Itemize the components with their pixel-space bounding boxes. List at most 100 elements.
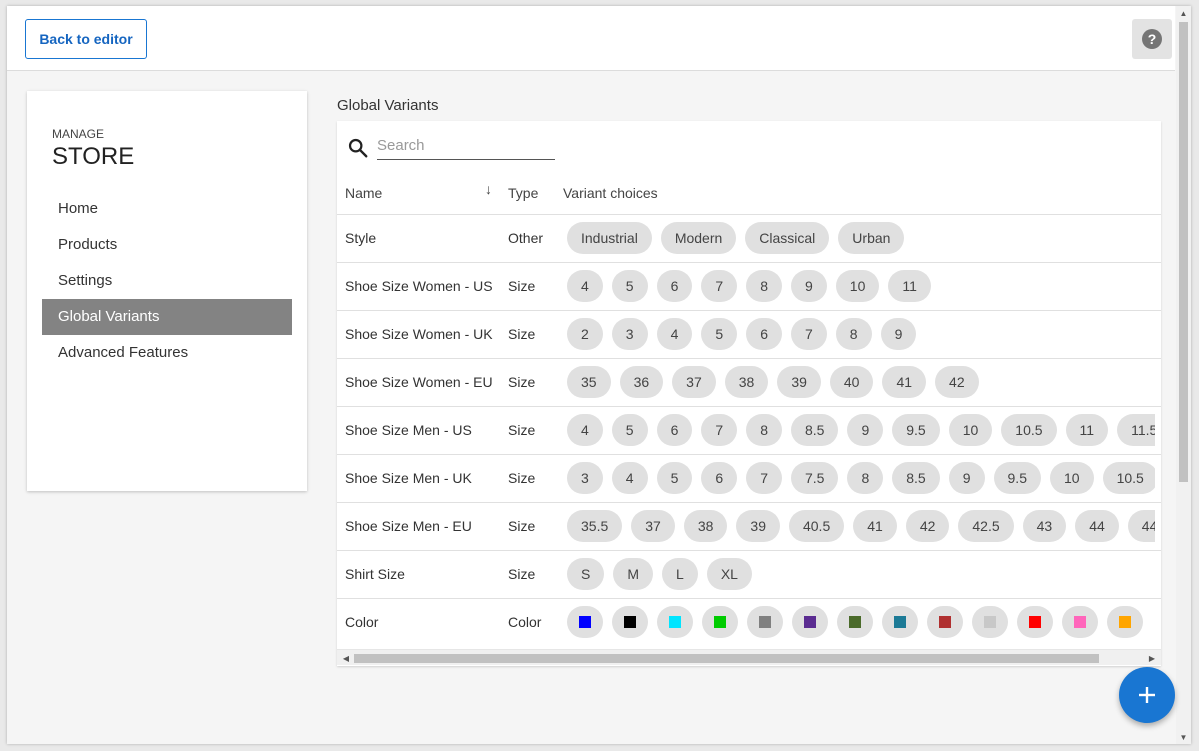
variant-choice-chip[interactable]: 9.5 <box>892 414 940 446</box>
variant-choice-chip[interactable]: 8.5 <box>790 414 839 446</box>
table-row[interactable]: Shirt Size Size S M L XL <box>337 550 1161 598</box>
variant-choice-chip[interactable]: 8 <box>746 414 782 446</box>
variant-choice-chip[interactable]: 7 <box>746 462 782 494</box>
scroll-down-icon[interactable]: ▼ <box>1176 730 1191 744</box>
variant-choice-chip[interactable]: 37 <box>631 510 675 542</box>
search-input[interactable] <box>377 131 555 160</box>
sidebar-item-products[interactable]: Products <box>42 227 292 263</box>
variant-choice-chip[interactable]: XL <box>706 558 752 590</box>
variant-choice-chip[interactable]: 38 <box>724 366 769 398</box>
variant-choice-chip[interactable]: 43 <box>1022 510 1067 542</box>
variant-choice-chip[interactable]: 10.5 <box>1001 414 1057 446</box>
color-choice-chip[interactable] <box>837 606 873 638</box>
variant-choice-chip[interactable]: 3 <box>611 318 648 350</box>
variant-choice-chip[interactable]: 5 <box>611 414 648 446</box>
variant-choice-chip[interactable]: 5 <box>656 462 693 494</box>
variant-choice-chip[interactable]: S <box>567 558 605 590</box>
table-row[interactable]: Shoe Size Men - EU Size 35.5 37 38 39 40.5 41 42… <box>337 502 1161 550</box>
variant-choice-chip[interactable]: 4 <box>656 318 693 350</box>
variant-choice-chip[interactable]: 5 <box>701 318 738 350</box>
variant-choice-chip[interactable]: 10 <box>835 270 880 302</box>
variant-choice-chip[interactable]: 11 <box>1065 414 1109 446</box>
variant-choice-chip[interactable]: 10.5 <box>1102 462 1155 494</box>
variant-choice-chip[interactable]: 44 <box>1075 510 1119 542</box>
variant-choice-chip[interactable]: 42 <box>905 510 950 542</box>
variant-choice-chip[interactable]: 35.5 <box>567 510 623 542</box>
vertical-scroll-thumb[interactable] <box>1179 22 1188 482</box>
horizontal-scroll-thumb[interactable] <box>354 654 1099 663</box>
variant-choice-chip[interactable]: Modern <box>660 222 737 254</box>
color-choice-chip[interactable] <box>702 606 738 638</box>
scroll-left-icon[interactable]: ◀ <box>339 650 353 666</box>
variant-choice-chip[interactable]: 4 <box>567 270 603 302</box>
variant-choice-chip[interactable]: 7 <box>701 270 738 302</box>
variant-choice-chip[interactable]: 9 <box>948 462 985 494</box>
variant-choice-chip[interactable]: 8.5 <box>892 462 940 494</box>
variant-choice-chip[interactable]: 7 <box>790 318 827 350</box>
variant-choice-chip[interactable]: 42 <box>935 366 979 398</box>
color-choice-chip[interactable] <box>1062 606 1098 638</box>
variant-choice-chip[interactable]: 39 <box>777 366 821 398</box>
variant-choice-chip[interactable]: 42.5 <box>958 510 1014 542</box>
variant-choice-chip[interactable]: 10 <box>1049 462 1094 494</box>
vertical-scrollbar[interactable]: ▲ ▼ <box>1176 6 1191 744</box>
help-button[interactable]: ? <box>1132 19 1172 59</box>
color-choice-chip[interactable] <box>1107 606 1143 638</box>
sidebar-item-home[interactable]: Home <box>42 191 292 227</box>
variant-choice-chip[interactable]: 10 <box>948 414 993 446</box>
variant-choice-chip[interactable]: 4 <box>611 462 648 494</box>
variant-choice-chip[interactable]: 8 <box>847 462 884 494</box>
sort-arrow-icon[interactable]: ↓ <box>485 181 492 197</box>
color-choice-chip[interactable] <box>567 606 603 638</box>
variant-choice-chip[interactable]: 41 <box>853 510 897 542</box>
variant-choice-chip[interactable]: Classical <box>745 222 830 254</box>
variant-choice-chip[interactable]: M <box>613 558 654 590</box>
color-choice-chip[interactable] <box>882 606 918 638</box>
table-row[interactable]: Shoe Size Women - UK Size 2 3 4 5 6 7 8 9 <box>337 310 1161 358</box>
variant-choice-chip[interactable]: 39 <box>736 510 780 542</box>
table-row[interactable]: Style Other Industrial Modern Classical Urban <box>337 214 1161 262</box>
back-to-editor-button[interactable]: Back to editor <box>25 19 147 59</box>
variant-choice-chip[interactable]: 40.5 <box>788 510 845 542</box>
table-row[interactable]: Shoe Size Men - US Size 4 5 6 7 8 8.5 9 9.5 10 10.5… <box>337 406 1161 454</box>
column-header-name[interactable]: Name <box>345 185 382 201</box>
variant-choice-chip[interactable]: 4 <box>567 414 603 446</box>
variant-choice-chip[interactable]: 8 <box>835 318 872 350</box>
variant-choice-chip[interactable]: 7 <box>701 414 738 446</box>
variant-choice-chip[interactable]: 6 <box>656 270 693 302</box>
variant-choice-chip[interactable]: 44.5 <box>1127 510 1155 542</box>
color-choice-chip[interactable] <box>792 606 828 638</box>
variant-choice-chip[interactable]: 41 <box>882 366 927 398</box>
variant-choice-chip[interactable]: 8 <box>746 270 782 302</box>
variant-choice-chip[interactable]: 7.5 <box>790 462 839 494</box>
add-variant-button[interactable] <box>1119 667 1175 723</box>
variant-choice-chip[interactable]: Urban <box>838 222 905 254</box>
color-choice-chip[interactable] <box>927 606 963 638</box>
variant-choice-chip[interactable]: 38 <box>683 510 728 542</box>
variant-choice-chip[interactable]: 6 <box>746 318 782 350</box>
table-row[interactable]: Shoe Size Men - UK Size 3 4 5 6 7 7.5 8 8.5 9 9.5 10… <box>337 454 1161 502</box>
variant-choice-chip[interactable]: Industrial <box>567 222 652 254</box>
color-choice-chip[interactable] <box>972 606 1008 638</box>
variant-choice-chip[interactable]: 3 <box>567 462 603 494</box>
color-choice-chip[interactable] <box>657 606 693 638</box>
scroll-up-icon[interactable]: ▲ <box>1176 6 1191 20</box>
variant-choice-chip[interactable]: 9 <box>790 270 827 302</box>
table-row[interactable]: Shoe Size Women - US Size 4 5 6 7 8 9 10 11 <box>337 262 1161 310</box>
variant-choice-chip[interactable]: 9 <box>847 414 884 446</box>
variant-choice-chip[interactable]: 11.5 <box>1117 414 1155 446</box>
color-choice-chip[interactable] <box>1017 606 1053 638</box>
variant-choice-chip[interactable]: 9 <box>880 318 917 350</box>
sidebar-item-settings[interactable]: Settings <box>42 263 292 299</box>
horizontal-scrollbar[interactable]: ◀ ▶ <box>337 649 1161 665</box>
variant-choice-chip[interactable]: 6 <box>701 462 738 494</box>
column-header-type[interactable]: Type <box>508 185 538 201</box>
variant-choice-chip[interactable]: 6 <box>656 414 693 446</box>
sidebar-item-advanced-features[interactable]: Advanced Features <box>42 335 292 371</box>
variant-choice-chip[interactable]: 9.5 <box>993 462 1041 494</box>
variant-choice-chip[interactable]: 37 <box>672 366 716 398</box>
variant-choice-chip[interactable]: 11 <box>888 270 931 302</box>
variant-choice-chip[interactable]: 5 <box>611 270 648 302</box>
scroll-right-icon[interactable]: ▶ <box>1145 650 1159 666</box>
table-row[interactable]: Shoe Size Women - EU Size 35 36 37 38 39 40 41 42 <box>337 358 1161 406</box>
